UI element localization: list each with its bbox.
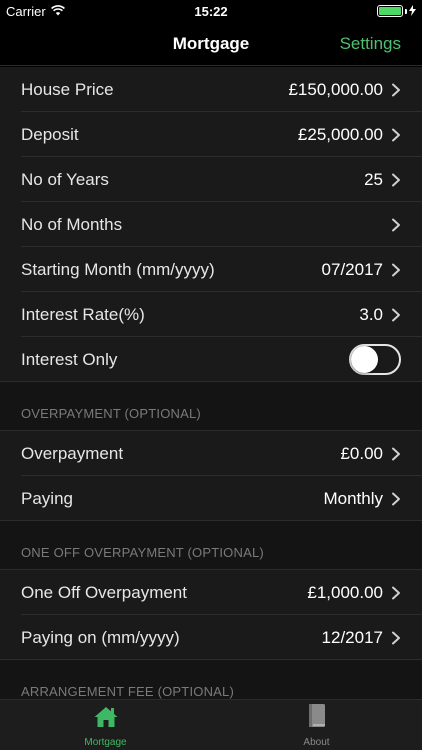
row-value: £1,000.00 bbox=[307, 582, 383, 602]
chevron-right-icon bbox=[391, 492, 401, 506]
row-value: 07/2017 bbox=[321, 259, 383, 279]
arrangement-fee-section-header: ARRANGEMENT FEE (OPTIONAL) bbox=[0, 660, 422, 699]
chevron-right-icon bbox=[391, 447, 401, 461]
row-label: One Off Overpayment bbox=[21, 582, 187, 602]
row-label: No of Months bbox=[21, 214, 123, 234]
tab-mortgage[interactable]: Mortgage bbox=[0, 700, 211, 750]
mortgage-form[interactable]: House Price £150,000.00 Deposit £25,000.… bbox=[0, 67, 422, 699]
battery-icon bbox=[377, 5, 403, 17]
months-row[interactable]: No of Months bbox=[0, 202, 422, 247]
status-time: 15:22 bbox=[194, 3, 228, 19]
years-row[interactable]: No of Years 25 bbox=[0, 157, 422, 202]
row-label: Paying bbox=[21, 488, 73, 508]
one-off-section-header: ONE OFF OVERPAYMENT (OPTIONAL) bbox=[0, 521, 422, 570]
interest-only-toggle[interactable] bbox=[349, 344, 401, 375]
chevron-right-icon bbox=[391, 83, 401, 97]
chevron-right-icon bbox=[391, 128, 401, 142]
tab-bar: Mortgage About bbox=[0, 699, 422, 750]
paying-row[interactable]: Paying Monthly bbox=[0, 476, 422, 521]
one-off-overpayment-row[interactable]: One Off Overpayment £1,000.00 bbox=[0, 570, 422, 615]
chevron-right-icon bbox=[391, 308, 401, 322]
starting-month-row[interactable]: Starting Month (mm/yyyy) 07/2017 bbox=[0, 247, 422, 292]
tab-about[interactable]: About bbox=[211, 700, 422, 750]
row-label: Interest Rate(%) bbox=[21, 304, 145, 324]
row-value: 3.0 bbox=[359, 304, 383, 324]
row-label: No of Years bbox=[21, 169, 109, 189]
row-label: Interest Only bbox=[21, 349, 118, 369]
chevron-right-icon bbox=[391, 218, 401, 232]
toggle-knob bbox=[351, 346, 378, 373]
row-label: Overpayment bbox=[21, 443, 124, 463]
chevron-right-icon bbox=[391, 173, 401, 187]
chevron-right-icon bbox=[391, 631, 401, 645]
deposit-row[interactable]: Deposit £25,000.00 bbox=[0, 112, 422, 157]
tab-label: Mortgage bbox=[84, 737, 127, 748]
chevron-right-icon bbox=[391, 586, 401, 600]
interest-rate-row[interactable]: Interest Rate(%) 3.0 bbox=[0, 292, 422, 337]
row-value: £150,000.00 bbox=[288, 79, 383, 99]
tab-label: About bbox=[303, 737, 330, 748]
row-value: £25,000.00 bbox=[297, 124, 383, 144]
settings-button[interactable]: Settings bbox=[340, 34, 401, 54]
overpayment-row[interactable]: Overpayment £0.00 bbox=[0, 431, 422, 476]
row-label: House Price bbox=[21, 79, 114, 99]
nav-bar: Mortgage Settings bbox=[0, 22, 422, 66]
paying-on-row[interactable]: Paying on (mm/yyyy) 12/2017 bbox=[0, 615, 422, 660]
row-label: Paying on (mm/yyyy) bbox=[21, 627, 180, 647]
house-icon bbox=[93, 705, 119, 734]
overpayment-section-header: OVERPAYMENT (OPTIONAL) bbox=[0, 382, 422, 431]
chevron-right-icon bbox=[391, 263, 401, 277]
row-label: Starting Month (mm/yyyy) bbox=[21, 259, 215, 279]
row-value: £0.00 bbox=[340, 443, 383, 463]
nav-title: Mortgage bbox=[172, 33, 250, 53]
row-value: 25 bbox=[364, 169, 383, 189]
row-label: Deposit bbox=[21, 124, 79, 144]
row-value: Monthly bbox=[323, 488, 383, 508]
interest-only-row: Interest Only bbox=[0, 337, 422, 382]
house-price-row[interactable]: House Price £150,000.00 bbox=[0, 67, 422, 112]
book-icon bbox=[306, 703, 328, 734]
row-value: 12/2017 bbox=[321, 627, 383, 647]
status-bar: Carrier 15:22 bbox=[0, 0, 422, 22]
